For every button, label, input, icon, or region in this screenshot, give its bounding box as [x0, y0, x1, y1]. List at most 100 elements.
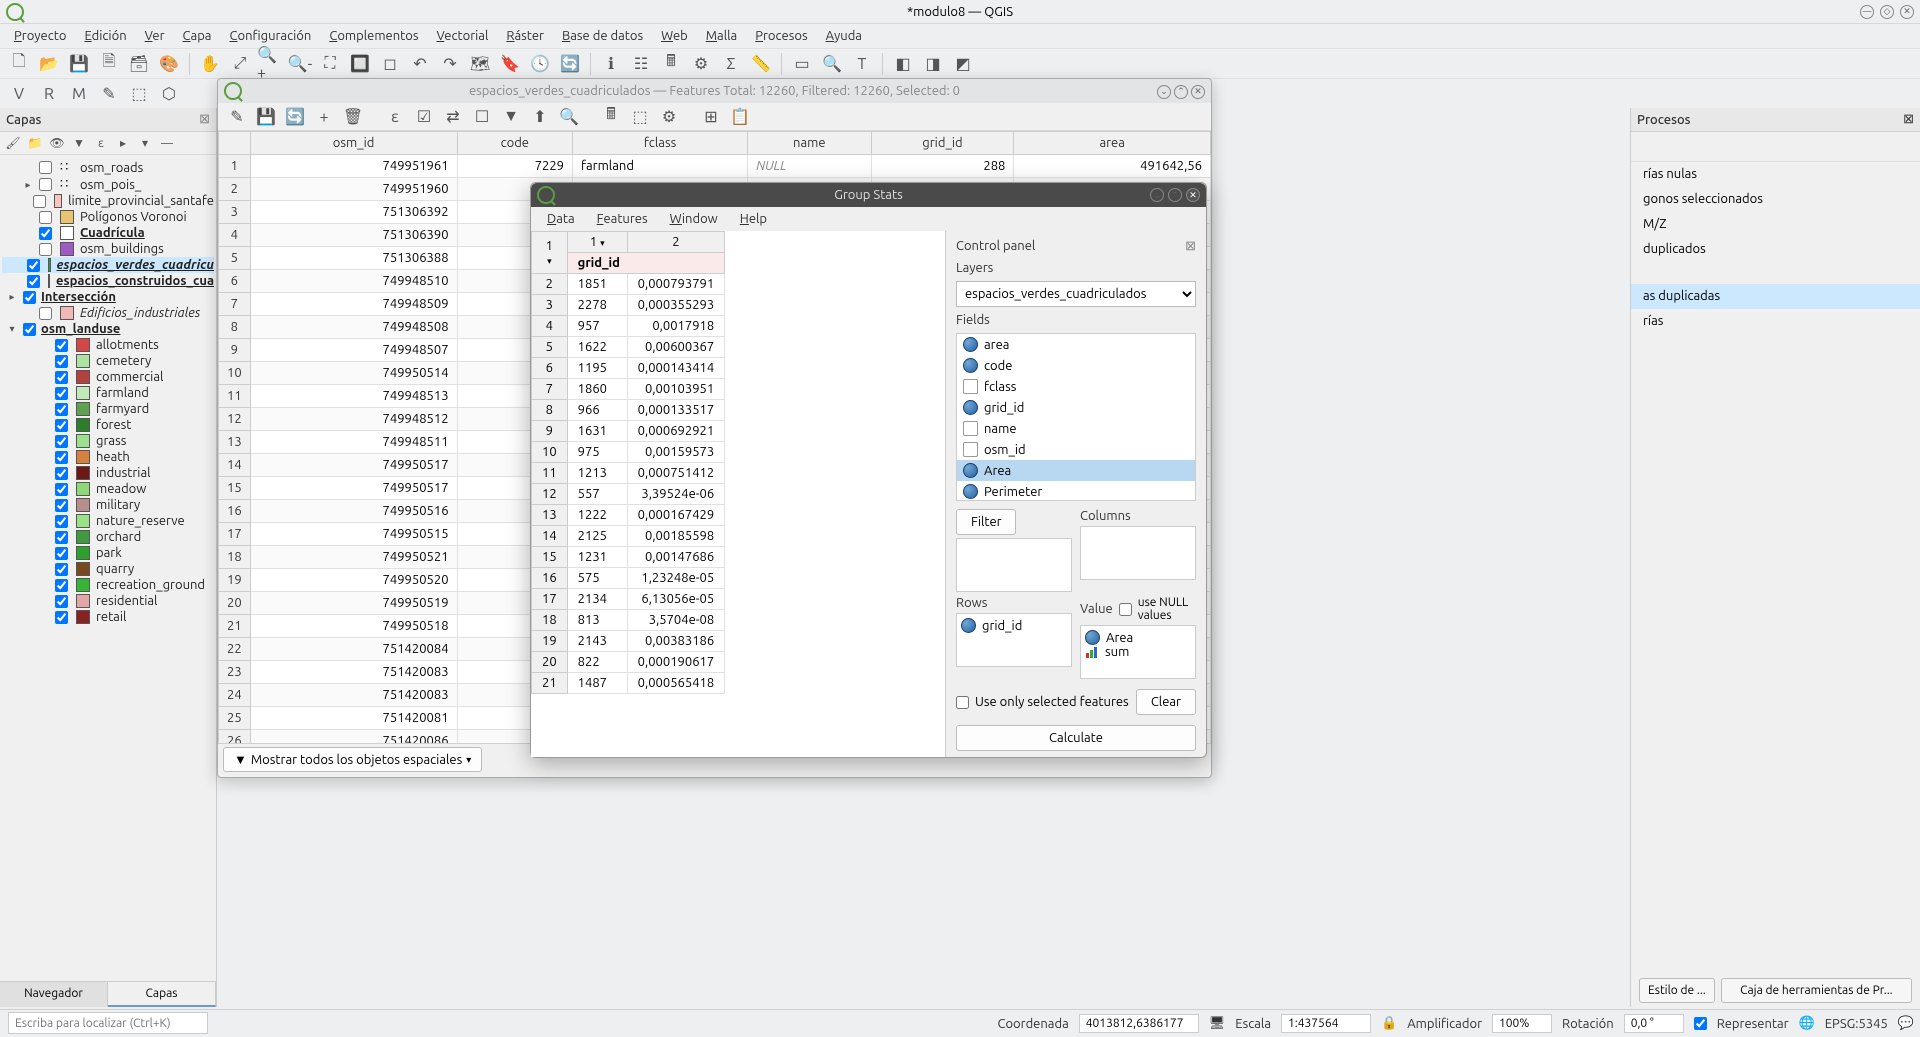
menu-complementos[interactable]: Complementos — [321, 27, 426, 45]
maximize-icon[interactable]: ⌃ — [1168, 188, 1182, 202]
layer-item[interactable]: allotments — [2, 337, 214, 353]
layer-checkbox[interactable] — [55, 595, 68, 608]
minimize-icon[interactable]: ⌄ — [1157, 85, 1171, 99]
filter-box[interactable] — [956, 538, 1072, 592]
fields-list[interactable]: areacodefclassgrid_idnameosm_idAreaPerim… — [956, 333, 1196, 501]
layer-item[interactable]: grass — [2, 433, 214, 449]
zoom-layer-icon[interactable]: ◻ — [377, 51, 403, 77]
invert-icon[interactable]: ⇄ — [440, 104, 466, 130]
delete-icon[interactable]: 🗑 — [340, 104, 366, 130]
layer-item[interactable]: industrial — [2, 465, 214, 481]
layer-item[interactable]: ▾osm_landuse — [2, 321, 214, 337]
gs-menu-data[interactable]: Data — [537, 210, 585, 228]
gs-result-row[interactable]: 1721346,13056e-05 — [532, 589, 725, 610]
layer-checkbox[interactable] — [55, 371, 68, 384]
new-map-icon[interactable]: 🗺 — [467, 51, 493, 77]
attr-window-titlebar[interactable]: espacios_verdes_cuadriculados — Features… — [218, 79, 1211, 103]
minimize-icon[interactable]: ⌄ — [1150, 188, 1164, 202]
row-header[interactable]: 18 — [219, 546, 251, 569]
action2-icon[interactable]: ◨ — [920, 51, 946, 77]
row-header[interactable]: 14 — [219, 454, 251, 477]
new-layout-icon[interactable]: 🗎 — [96, 51, 122, 77]
layer-checkbox[interactable] — [23, 323, 36, 336]
gs-result-table[interactable]: 1▾1 ▾2grid_id218510,000793791322780,0003… — [531, 231, 946, 757]
statistics-icon[interactable]: Σ — [718, 51, 744, 77]
menu-ráster[interactable]: Ráster — [498, 27, 552, 45]
lock-icon[interactable]: 🔒 — [1381, 1016, 1397, 1031]
reload-icon[interactable]: 🔄 — [282, 104, 308, 130]
layer-item[interactable]: Cuadrícula — [2, 225, 214, 241]
layer-item[interactable]: ▸∷osm_pois_ — [2, 176, 214, 193]
close-icon[interactable]: ✕ — [1186, 188, 1200, 202]
menu-base de datos[interactable]: Base de datos — [554, 27, 651, 45]
table-row[interactable]: 17499519617229farmlandNULL288491642,56 — [219, 155, 1211, 178]
panel-undock-icon[interactable]: ⊠ — [1903, 112, 1914, 127]
gs-result-row[interactable]: 188133,5704e-08 — [532, 610, 725, 631]
actions-icon[interactable]: ⚙ — [656, 104, 682, 130]
process-item[interactable]: gonos seleccionados — [1631, 187, 1920, 212]
gs-menu-features[interactable]: Features — [587, 210, 658, 228]
zoom-in-icon[interactable]: 🔍+ — [257, 51, 283, 77]
new-bookmark-icon[interactable]: 🔖 — [497, 51, 523, 77]
render-checkbox[interactable] — [1694, 1017, 1707, 1030]
field-item[interactable]: Area — [957, 460, 1195, 481]
layer-item[interactable]: Polígonos Voronoi — [2, 209, 214, 225]
layer-item[interactable]: farmyard — [2, 401, 214, 417]
layer-item[interactable]: cemetery — [2, 353, 214, 369]
amp-value[interactable] — [1492, 1014, 1552, 1033]
row-header[interactable]: 7 — [219, 293, 251, 316]
col-header[interactable]: name — [748, 132, 871, 155]
zoom-last-icon[interactable]: ↶ — [407, 51, 433, 77]
row-header[interactable]: 6 — [219, 270, 251, 293]
field-item[interactable]: Perimeter — [957, 481, 1195, 501]
open-project-icon[interactable]: 📂 — [36, 51, 62, 77]
row-header[interactable]: 17 — [219, 523, 251, 546]
gs-menu-help[interactable]: Help — [730, 210, 777, 228]
field-item[interactable]: area — [957, 334, 1195, 355]
gs-result-row[interactable]: 165751,23248e-05 — [532, 568, 725, 589]
field-calc-icon[interactable]: 🖩 — [658, 51, 684, 77]
calculate-button[interactable]: Calculate — [956, 725, 1196, 751]
scale-value[interactable] — [1281, 1014, 1371, 1033]
style-icon[interactable]: 🖌 — [4, 134, 22, 152]
field-item[interactable]: fclass — [957, 376, 1195, 397]
layer-item[interactable]: farmland — [2, 385, 214, 401]
layer-checkbox[interactable] — [33, 195, 46, 208]
layer-checkbox[interactable] — [55, 339, 68, 352]
panel-close-icon[interactable]: ⊠ — [199, 112, 210, 127]
layer-item[interactable]: ▸Intersección — [2, 289, 214, 305]
row-header[interactable]: 10 — [219, 362, 251, 385]
layer-checkbox[interactable] — [55, 515, 68, 528]
process-item[interactable]: rías nulas — [1631, 162, 1920, 187]
add-vector-icon[interactable]: V — [6, 81, 32, 107]
layer-item[interactable]: heath — [2, 449, 214, 465]
expand-icon[interactable]: ▸ — [114, 134, 132, 152]
row-header[interactable]: 23 — [219, 661, 251, 684]
tab-layers[interactable]: Capas — [108, 982, 216, 1007]
gs-result-row[interactable]: 208220,000190617 — [532, 652, 725, 673]
crs-icon[interactable]: 🌐 — [1799, 1016, 1815, 1031]
layer-checkbox[interactable] — [55, 547, 68, 560]
row-header[interactable]: 9 — [219, 339, 251, 362]
layer-item[interactable]: limite_provincial_santafe — [2, 193, 214, 209]
row-header[interactable]: 8 — [219, 316, 251, 339]
vertex-tool-icon[interactable]: ⬡ — [156, 81, 182, 107]
processes-list[interactable]: rías nulasgonos seleccionadosM/Zduplicad… — [1631, 162, 1920, 334]
row-header[interactable]: 24 — [219, 684, 251, 707]
layer-checkbox[interactable] — [55, 419, 68, 432]
row-header[interactable]: 4 — [219, 224, 251, 247]
layer-item[interactable]: recreation_ground — [2, 577, 214, 593]
toolbox-button[interactable]: Caja de herramientas de Pr... — [1721, 978, 1912, 1003]
zoom-out-icon[interactable]: 🔍- — [287, 51, 313, 77]
style-button[interactable]: Estilo de ... — [1639, 978, 1715, 1003]
row-header[interactable]: 21 — [219, 615, 251, 638]
layer-checkbox[interactable] — [39, 178, 52, 191]
row-header[interactable]: 12 — [219, 408, 251, 431]
form-view-icon[interactable]: 📋 — [727, 104, 753, 130]
field-calc-icon[interactable]: 🖩 — [598, 104, 624, 130]
show-all-features-button[interactable]: ▼ Mostrar todos los objetos espaciales ▾ — [223, 747, 482, 772]
layer-item[interactable]: retail — [2, 609, 214, 625]
menu-configuración[interactable]: Configuración — [222, 27, 320, 45]
gs-result-row[interactable]: 1312220,000167429 — [532, 505, 725, 526]
edit-icon[interactable]: ✎ — [224, 104, 250, 130]
